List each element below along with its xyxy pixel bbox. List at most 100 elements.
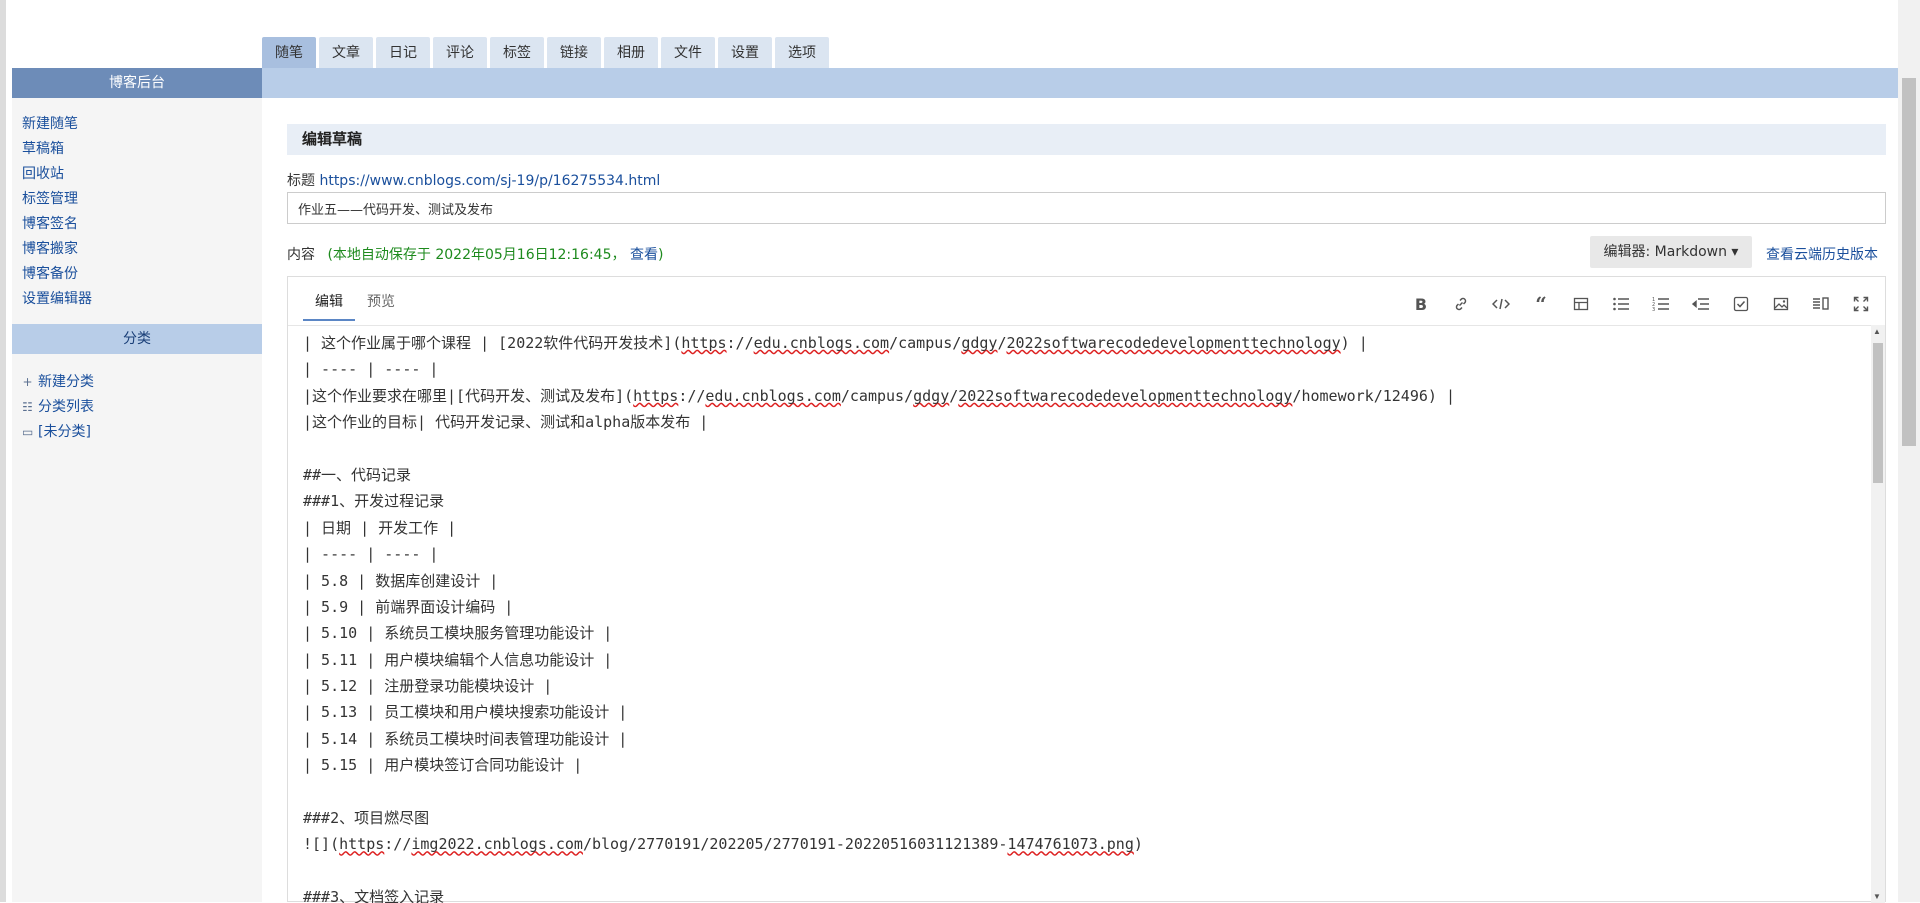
checkbox-icon[interactable] [1725, 291, 1757, 317]
tab-albums[interactable]: 相册 [604, 37, 658, 69]
ordered-list-icon[interactable]: 123 [1645, 291, 1677, 317]
sidebar-item-editor-settings[interactable]: 设置编辑器 [22, 287, 92, 312]
tab-articles[interactable]: 文章 [319, 37, 373, 69]
scroll-up-icon[interactable]: ▲ [1873, 327, 1881, 336]
markdown-textarea[interactable]: | 这个作业属于哪个课程 | [2022软件代码开发技术](https://ed… [288, 325, 1873, 903]
editor-line: | 5.13 | 员工模块和用户模块搜索功能设计 | [303, 703, 628, 722]
sidebar-item-blog-migrate[interactable]: 博客搬家 [22, 237, 92, 262]
editor-line: | 5.9 | 前端界面设计编码 | [303, 597, 514, 616]
section-title: 编辑草稿 [287, 124, 1886, 155]
link-text: edu.cnblogs.com [705, 386, 841, 405]
markdown-editor: 编辑 预览 B “ 123 | 这个作业属于哪个课程 | [2022软件代码开发… [287, 276, 1886, 903]
editor-line: |这个作业的目标| 代码开发记录、测试和alpha版本发布 | [303, 413, 709, 432]
bullet-list-icon[interactable] [1605, 291, 1637, 317]
sidebar-item-new-post[interactable]: 新建随笔 [22, 112, 92, 137]
tab-comments[interactable]: 评论 [433, 37, 487, 69]
content-label: 内容 [287, 247, 315, 263]
link-text: 2022softwarecodedevelopmenttechnology [1006, 334, 1341, 352]
scroll-down-icon[interactable]: ▼ [1873, 892, 1881, 901]
sidebar-item-drafts[interactable]: 草稿箱 [22, 137, 92, 162]
table-icon[interactable] [1565, 291, 1597, 317]
category-label: 新建分类 [38, 374, 94, 390]
folder-icon: ▭ [22, 425, 34, 439]
link-icon[interactable] [1445, 291, 1477, 317]
link-text: edu.cnblogs.com [753, 334, 890, 352]
tab-files[interactable]: 文件 [661, 37, 715, 69]
editor-line: ![](https://img2022.cnblogs.com/blog/277… [303, 835, 1143, 854]
editor-line: | 5.14 | 系统员工模块时间表管理功能设计 | [303, 729, 628, 748]
sidebar-item-recycle-bin[interactable]: 回收站 [22, 162, 92, 187]
code-icon[interactable] [1485, 291, 1517, 317]
editor-scroll-thumb[interactable] [1873, 343, 1883, 483]
fullscreen-icon[interactable] [1845, 291, 1877, 317]
tab-links[interactable]: 链接 [547, 37, 601, 69]
editor-line: ###3、文档签入记录 [303, 888, 445, 903]
category-links: + 新建分类 ☷ 分类列表 ▭ [未分类] [22, 370, 94, 445]
indent-icon[interactable] [1685, 291, 1717, 317]
tab-options[interactable]: 选项 [775, 37, 829, 69]
link-text: https [681, 334, 727, 352]
sidebar-item-tag-management[interactable]: 标签管理 [22, 187, 92, 212]
autosave-status: (本地自动保存于 2022年05月16日12:16:45， 查看) [327, 247, 663, 263]
editor-line: | 5.8 | 数据库创建设计 | [303, 571, 499, 590]
link-text: img2022.cnblogs.com [411, 835, 583, 854]
tab-preview[interactable]: 预览 [355, 289, 407, 319]
tab-diary[interactable]: 日记 [376, 37, 430, 69]
bold-icon[interactable]: B [1405, 291, 1437, 317]
link-text: gdgy [961, 334, 998, 352]
title-row: 标题 https://www.cnblogs.com/sj-19/p/16275… [287, 170, 660, 190]
editor-toolbar: B “ 123 [1405, 291, 1877, 317]
editor-line: | ---- | ---- | [303, 545, 439, 564]
title-url-link[interactable]: https://www.cnblogs.com/sj-19/p/16275534… [319, 173, 660, 189]
editor-line: | 5.12 | 注册登录功能模块设计 | [303, 677, 553, 696]
autosave-view-link[interactable]: 查看 [630, 247, 658, 263]
link-text: https [339, 835, 385, 854]
editor-line: | 5.10 | 系统员工模块服务管理功能设计 | [303, 624, 613, 643]
quote-icon[interactable]: “ [1525, 291, 1557, 317]
top-tabs: 随笔 文章 日记 评论 标签 链接 相册 文件 设置 选项 [262, 37, 829, 69]
tab-edit[interactable]: 编辑 [303, 289, 355, 321]
editor-line: |这个作业要求在哪里|[代码开发、测试及发布](https://edu.cnbl… [303, 386, 1455, 405]
link-text: https [633, 386, 679, 405]
editor-line: ###2、项目燃尽图 [303, 809, 430, 828]
tab-settings[interactable]: 设置 [718, 37, 772, 69]
category-header: 分类 [12, 324, 262, 354]
title-label: 标题 [287, 173, 315, 189]
editor-line: | ---- | ---- | [303, 360, 439, 379]
category-label: 分类列表 [38, 399, 94, 415]
tab-tags[interactable]: 标签 [490, 37, 544, 69]
category-list[interactable]: ☷ 分类列表 [22, 395, 94, 420]
tab-essays[interactable]: 随笔 [262, 37, 316, 69]
link-text: 1474761073.png [1007, 835, 1134, 854]
header-bar [262, 68, 1904, 98]
cloud-history-link[interactable]: 查看云端历史版本 [1766, 244, 1878, 264]
sidebar-links: 新建随笔 草稿箱 回收站 标签管理 博客签名 博客搬家 博客备份 设置编辑器 [22, 112, 92, 312]
page-scrollbar[interactable] [1898, 0, 1920, 902]
plus-icon: + [22, 375, 33, 389]
page-scroll-thumb[interactable] [1902, 78, 1916, 446]
editor-line: | 5.11 | 用户模块编辑个人信息功能设计 | [303, 650, 613, 669]
editor-type-select[interactable]: 编辑器: Markdown ▾ [1590, 236, 1752, 268]
editor-line: | 5.15 | 用户模块签订合同功能设计 | [303, 756, 583, 775]
sidebar-item-blog-signature[interactable]: 博客签名 [22, 212, 92, 237]
sidebar-item-blog-backup[interactable]: 博客备份 [22, 262, 92, 287]
category-uncategorized[interactable]: ▭ [未分类] [22, 420, 94, 445]
title-input[interactable] [287, 192, 1886, 224]
editor-scrollbar[interactable]: ▲ ▼ [1871, 325, 1885, 903]
category-new[interactable]: + 新建分类 [22, 370, 94, 395]
svg-text:3: 3 [1652, 307, 1655, 312]
autosave-close: ) [657, 247, 664, 263]
editor-line: | 这个作业属于哪个课程 | [2022软件代码开发技术](https://ed… [303, 334, 1368, 352]
sidebar-header: 博客后台 [12, 68, 262, 98]
content-row: 内容 (本地自动保存于 2022年05月16日12:16:45， 查看) [287, 244, 663, 264]
link-text: gdgy [913, 386, 950, 405]
image-icon[interactable] [1765, 291, 1797, 317]
editor-line: ##一、代码记录 [303, 465, 412, 484]
editor-line: | 日期 | 开发工作 | [303, 518, 457, 537]
list-icon: ☷ [22, 400, 33, 414]
editor-line: ###1、开发过程记录 [303, 492, 445, 511]
split-view-icon[interactable] [1805, 291, 1837, 317]
